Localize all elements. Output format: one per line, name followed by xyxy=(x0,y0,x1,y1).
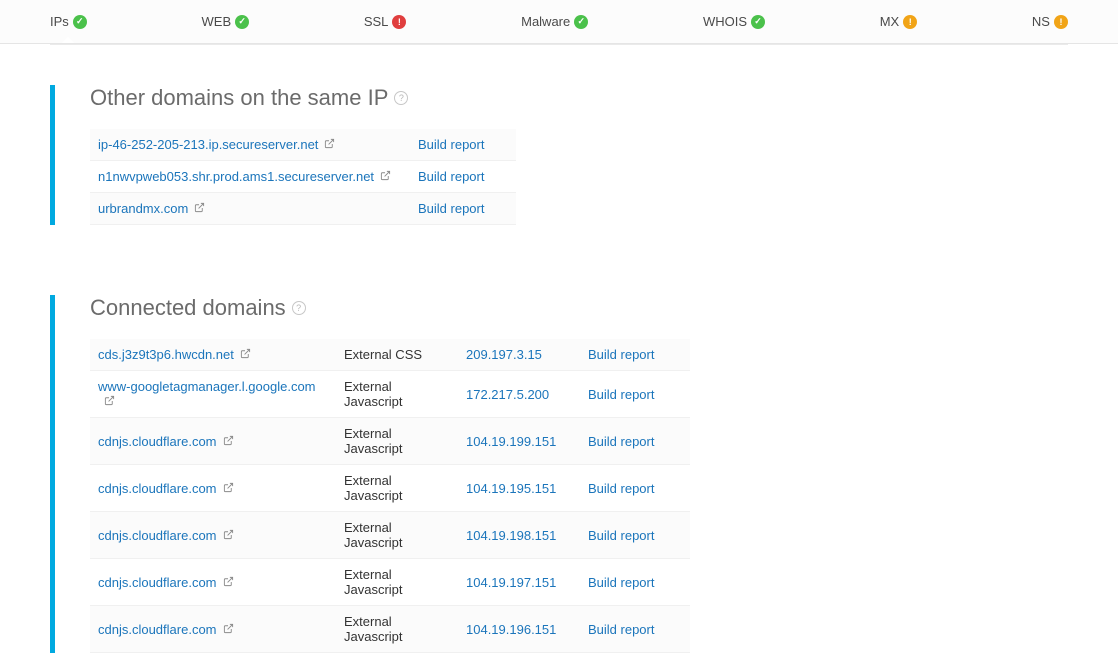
help-icon[interactable]: ? xyxy=(394,91,408,105)
build-report-link[interactable]: Build report xyxy=(588,481,654,496)
external-link-icon[interactable] xyxy=(380,170,391,184)
external-link-icon[interactable] xyxy=(223,623,234,637)
external-link-icon[interactable] xyxy=(223,435,234,449)
check-icon: ✓ xyxy=(235,15,249,29)
section-accent-bar xyxy=(50,85,55,225)
tab-ips[interactable]: IPs ✓ xyxy=(50,14,87,29)
table-row: cdnjs.cloudflare.com External Javascript 1… xyxy=(90,559,690,606)
build-report-link[interactable]: Build report xyxy=(418,169,484,184)
build-report-link[interactable]: Build report xyxy=(418,137,484,152)
table-row: www-googletagmanager.l.google.com Externa… xyxy=(90,371,690,418)
section-title-same-ip: Other domains on the same IP ? xyxy=(90,85,1068,111)
tab-label: MX xyxy=(880,14,900,29)
tab-label: WEB xyxy=(202,14,232,29)
section-title-connected: Connected domains ? xyxy=(90,295,1068,321)
external-link-icon[interactable] xyxy=(104,395,115,409)
domain-link[interactable]: www-googletagmanager.l.google.com xyxy=(98,379,316,394)
check-icon: ✓ xyxy=(751,15,765,29)
domain-link[interactable]: cdnjs.cloudflare.com xyxy=(98,434,217,449)
tab-label: WHOIS xyxy=(703,14,747,29)
section-accent-bar xyxy=(50,295,55,653)
build-report-link[interactable]: Build report xyxy=(588,528,654,543)
domain-link[interactable]: urbrandmx.com xyxy=(98,201,188,216)
tab-malware[interactable]: Malware ✓ xyxy=(521,14,588,29)
domain-link[interactable]: cdnjs.cloudflare.com xyxy=(98,481,217,496)
build-report-link[interactable]: Build report xyxy=(588,387,654,402)
build-report-link[interactable]: Build report xyxy=(588,575,654,590)
ip-link[interactable]: 104.19.195.151 xyxy=(466,481,556,496)
table-row: cdnjs.cloudflare.com External Javascript 1… xyxy=(90,418,690,465)
table-row: n1nwvpweb053.shr.prod.ams1.secureserver.… xyxy=(90,161,516,193)
resource-type: External Javascript xyxy=(336,559,458,606)
table-row: urbrandmx.com Build report xyxy=(90,193,516,225)
table-same-ip: ip-46-252-205-213.ip.secureserver.net Bui… xyxy=(90,129,516,225)
warning-icon: ! xyxy=(903,15,917,29)
ip-link[interactable]: 104.19.197.151 xyxy=(466,575,556,590)
tab-ssl[interactable]: SSL! xyxy=(364,14,407,29)
ip-link[interactable]: 104.19.196.151 xyxy=(466,622,556,637)
category-tabbar: IPs✓WEB✓SSL!Malware✓WHOIS✓MX!NS! xyxy=(0,0,1118,44)
resource-type: External Javascript xyxy=(336,418,458,465)
check-icon: ✓ xyxy=(574,15,588,29)
table-row: cds.j3z9t3p6.hwcdn.net External CSS 209.19… xyxy=(90,339,690,371)
resource-type: External Javascript xyxy=(336,512,458,559)
domain-link[interactable]: cdnjs.cloudflare.com xyxy=(98,528,217,543)
external-link-icon[interactable] xyxy=(223,529,234,543)
tab-whois[interactable]: WHOIS ✓ xyxy=(703,14,765,29)
domain-link[interactable]: cds.j3z9t3p6.hwcdn.net xyxy=(98,347,234,362)
table-row: cdnjs.cloudflare.com External Javascript 1… xyxy=(90,465,690,512)
table-row: cdnjs.cloudflare.com External Javascript 1… xyxy=(90,512,690,559)
external-link-icon[interactable] xyxy=(223,576,234,590)
resource-type: External CSS xyxy=(336,339,458,371)
domain-link[interactable]: cdnjs.cloudflare.com xyxy=(98,575,217,590)
help-icon[interactable]: ? xyxy=(292,301,306,315)
domain-link[interactable]: cdnjs.cloudflare.com xyxy=(98,622,217,637)
tab-label: IPs xyxy=(50,14,69,29)
section-same-ip: Other domains on the same IP ? ip-46-252… xyxy=(50,85,1068,225)
external-link-icon[interactable] xyxy=(194,202,205,216)
external-link-icon[interactable] xyxy=(324,138,335,152)
resource-type: External Javascript xyxy=(336,465,458,512)
section-title-text: Connected domains xyxy=(90,295,286,321)
external-link-icon[interactable] xyxy=(240,348,251,362)
tab-web[interactable]: WEB✓ xyxy=(202,14,250,29)
ip-link[interactable]: 209.197.3.15 xyxy=(466,347,542,362)
tab-label: Malware xyxy=(521,14,570,29)
section-title-text: Other domains on the same IP xyxy=(90,85,388,111)
ip-link[interactable]: 104.19.198.151 xyxy=(466,528,556,543)
section-connected: Connected domains ? cds.j3z9t3p6.hwcdn.n… xyxy=(50,295,1068,653)
ip-link[interactable]: 104.19.199.151 xyxy=(466,434,556,449)
domain-link[interactable]: n1nwvpweb053.shr.prod.ams1.secureserver.… xyxy=(98,169,374,184)
domain-link[interactable]: ip-46-252-205-213.ip.secureserver.net xyxy=(98,137,318,152)
error-icon: ! xyxy=(392,15,406,29)
build-report-link[interactable]: Build report xyxy=(588,434,654,449)
ip-link[interactable]: 172.217.5.200 xyxy=(466,387,549,402)
build-report-link[interactable]: Build report xyxy=(588,347,654,362)
check-icon: ✓ xyxy=(73,15,87,29)
resource-type: External Javascript xyxy=(336,371,458,418)
tab-label: NS xyxy=(1032,14,1050,29)
warning-icon: ! xyxy=(1054,15,1068,29)
table-row: cdnjs.cloudflare.com External Javascript 1… xyxy=(90,606,690,653)
table-row: ip-46-252-205-213.ip.secureserver.net Bui… xyxy=(90,129,516,161)
build-report-link[interactable]: Build report xyxy=(418,201,484,216)
build-report-link[interactable]: Build report xyxy=(588,622,654,637)
tab-mx[interactable]: MX! xyxy=(880,14,918,29)
table-connected: cds.j3z9t3p6.hwcdn.net External CSS 209.19… xyxy=(90,339,690,653)
tabbar-divider xyxy=(50,44,1068,45)
tab-label: SSL xyxy=(364,14,389,29)
resource-type: External Javascript xyxy=(336,606,458,653)
external-link-icon[interactable] xyxy=(223,482,234,496)
tab-ns[interactable]: NS! xyxy=(1032,14,1068,29)
